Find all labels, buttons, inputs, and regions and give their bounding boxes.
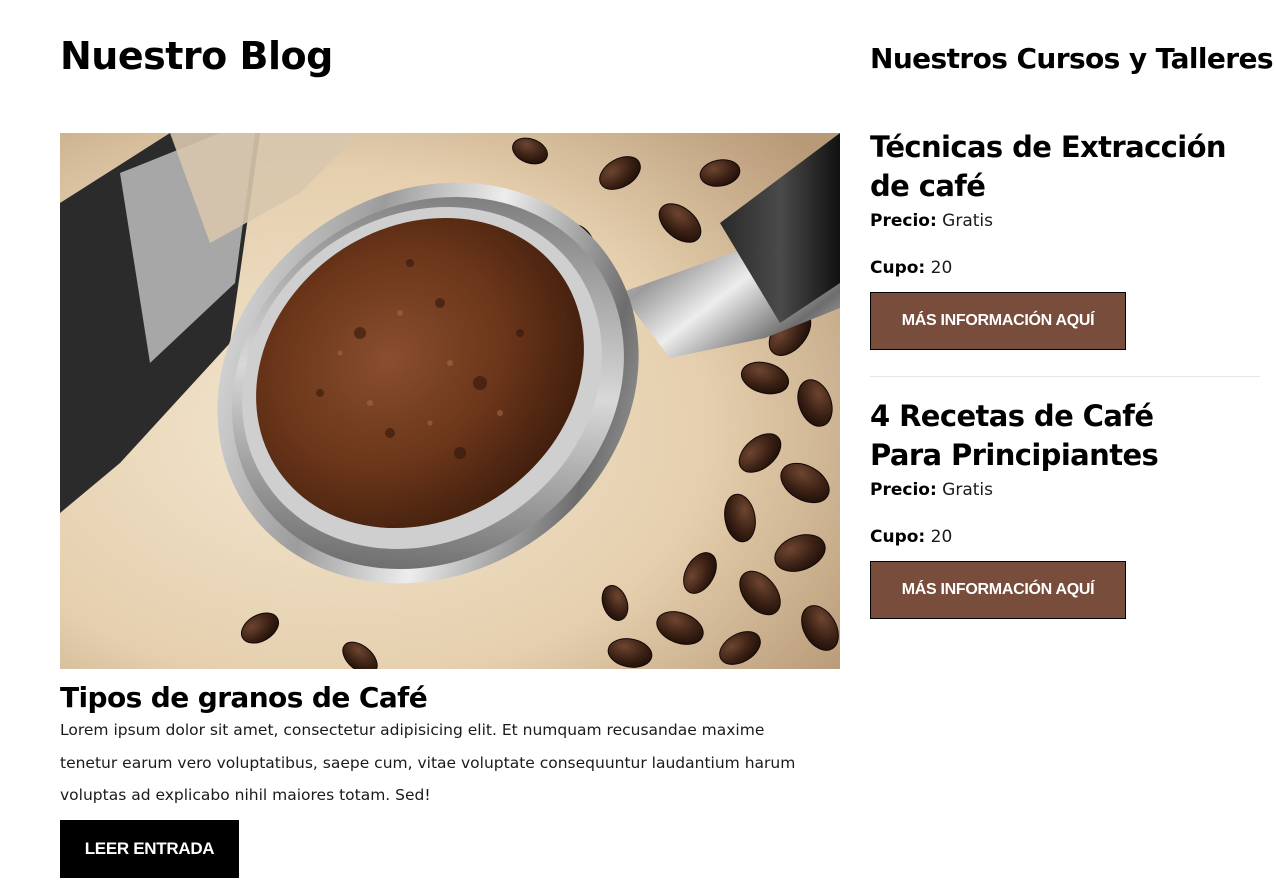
cupo-label: Cupo: [870,527,926,547]
cupo-label: Cupo: [870,258,926,278]
price-value: Gratis [942,211,993,231]
page-title: Nuestro Blog [60,34,333,78]
course-title[interactable]: Técnicas de Extracción de café [870,128,1230,206]
course-price: Precio: Gratis [870,476,1260,504]
post-image[interactable] [60,133,840,669]
coffee-portafilter-illustration [60,133,840,669]
price-label: Precio: [870,211,937,231]
cupo-value: 20 [930,258,953,278]
divider [870,376,1260,377]
post-title[interactable]: Tipos de granos de Café [60,679,428,717]
price-label: Precio: [870,480,937,500]
more-info-button[interactable]: MÁS INFORMACIÓN AQUÍ [870,561,1126,619]
course-card: 4 Recetas de Café Para Principiantes Pre… [870,397,1260,619]
more-info-button[interactable]: MÁS INFORMACIÓN AQUÍ [870,292,1126,350]
course-price: Precio: Gratis [870,207,1260,235]
course-title[interactable]: 4 Recetas de Café Para Principiantes [870,397,1230,475]
read-post-button[interactable]: LEER ENTRADA [60,820,239,878]
sidebar-title: Nuestros Cursos y Talleres [870,42,1274,75]
price-value: Gratis [942,480,993,500]
cupo-value: 20 [930,527,953,547]
course-card: Técnicas de Extracción de café Precio: G… [870,128,1260,350]
post-excerpt: Lorem ipsum dolor sit amet, consectetur … [60,721,796,804]
course-cupo: Cupo: 20 [870,254,1260,282]
course-cupo: Cupo: 20 [870,523,1260,551]
